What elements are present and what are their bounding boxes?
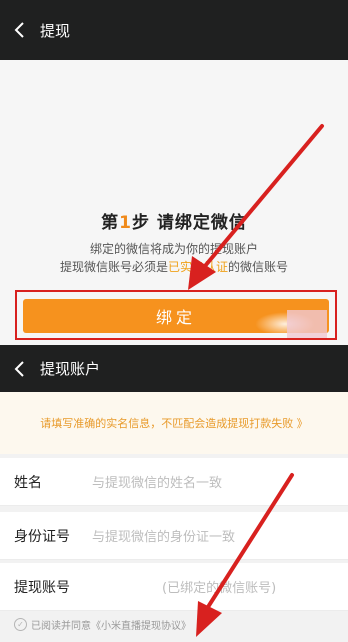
back-arrow-icon — [14, 22, 24, 38]
back-button[interactable] — [0, 345, 40, 392]
id-number-field-row[interactable]: 身份证号 与提现微信的身份证一致 — [0, 512, 348, 560]
blur-patch — [287, 310, 327, 338]
top-bar: 提现账户 — [0, 345, 348, 392]
line2-prefix: 提现微信账号必须是 — [59, 260, 168, 274]
bind-description-line2: 提现微信账号必须是已实名认证的微信账号 — [0, 258, 348, 275]
step-number: 1 — [119, 213, 132, 233]
line2-suffix: 的微信账号 — [228, 260, 289, 274]
bind-description-line1: 绑定的微信将成为你的提现账户 — [89, 242, 258, 256]
checkbox-icon[interactable]: ✓ — [14, 618, 27, 631]
back-arrow-icon — [14, 360, 24, 377]
page-title: 提现 — [40, 21, 71, 40]
name-label: 姓名 — [14, 474, 42, 491]
step-text: 步 请绑定微信 — [131, 213, 247, 233]
agreement-text: 已阅读并同意《小米直播提现协议》 — [31, 621, 191, 632]
top-bar: 提现 — [0, 0, 348, 60]
id-number-input[interactable]: 与提现微信的身份证一致 — [92, 526, 235, 545]
name-input[interactable]: 与提现微信的姓名一致 — [92, 472, 222, 491]
agreement-row[interactable]: ✓ 已阅读并同意《小米直播提现协议》 — [14, 617, 191, 632]
step-prefix: 第 — [101, 213, 120, 233]
withdraw-account-value[interactable]: (已绑定的微信账号) — [162, 577, 276, 596]
bind-wechat-screen: 提现 第1步 请绑定微信 绑定的微信将成为你的提现账户 提现微信账号必须是已实名… — [0, 0, 348, 345]
id-number-label: 身份证号 — [14, 528, 70, 545]
withdraw-account-field-row[interactable]: 提现账号 (已绑定的微信账号) — [0, 563, 348, 611]
real-name-verified-text: 已实名认证 — [167, 260, 228, 274]
withdraw-account-label: 提现账号 — [14, 579, 70, 596]
step-heading: 第1步 请绑定微信 — [0, 208, 348, 233]
real-name-notice[interactable]: 请填写准确的实名信息，不匹配会造成提现打款失败 》 — [0, 392, 348, 454]
back-button[interactable] — [0, 0, 40, 60]
name-field-row[interactable]: 姓名 与提现微信的姓名一致 — [0, 458, 348, 506]
page-title: 提现账户 — [40, 360, 101, 378]
withdraw-account-screen: 提现账户 请填写准确的实名信息，不匹配会造成提现打款失败 》 姓名 与提现微信的… — [0, 345, 348, 642]
